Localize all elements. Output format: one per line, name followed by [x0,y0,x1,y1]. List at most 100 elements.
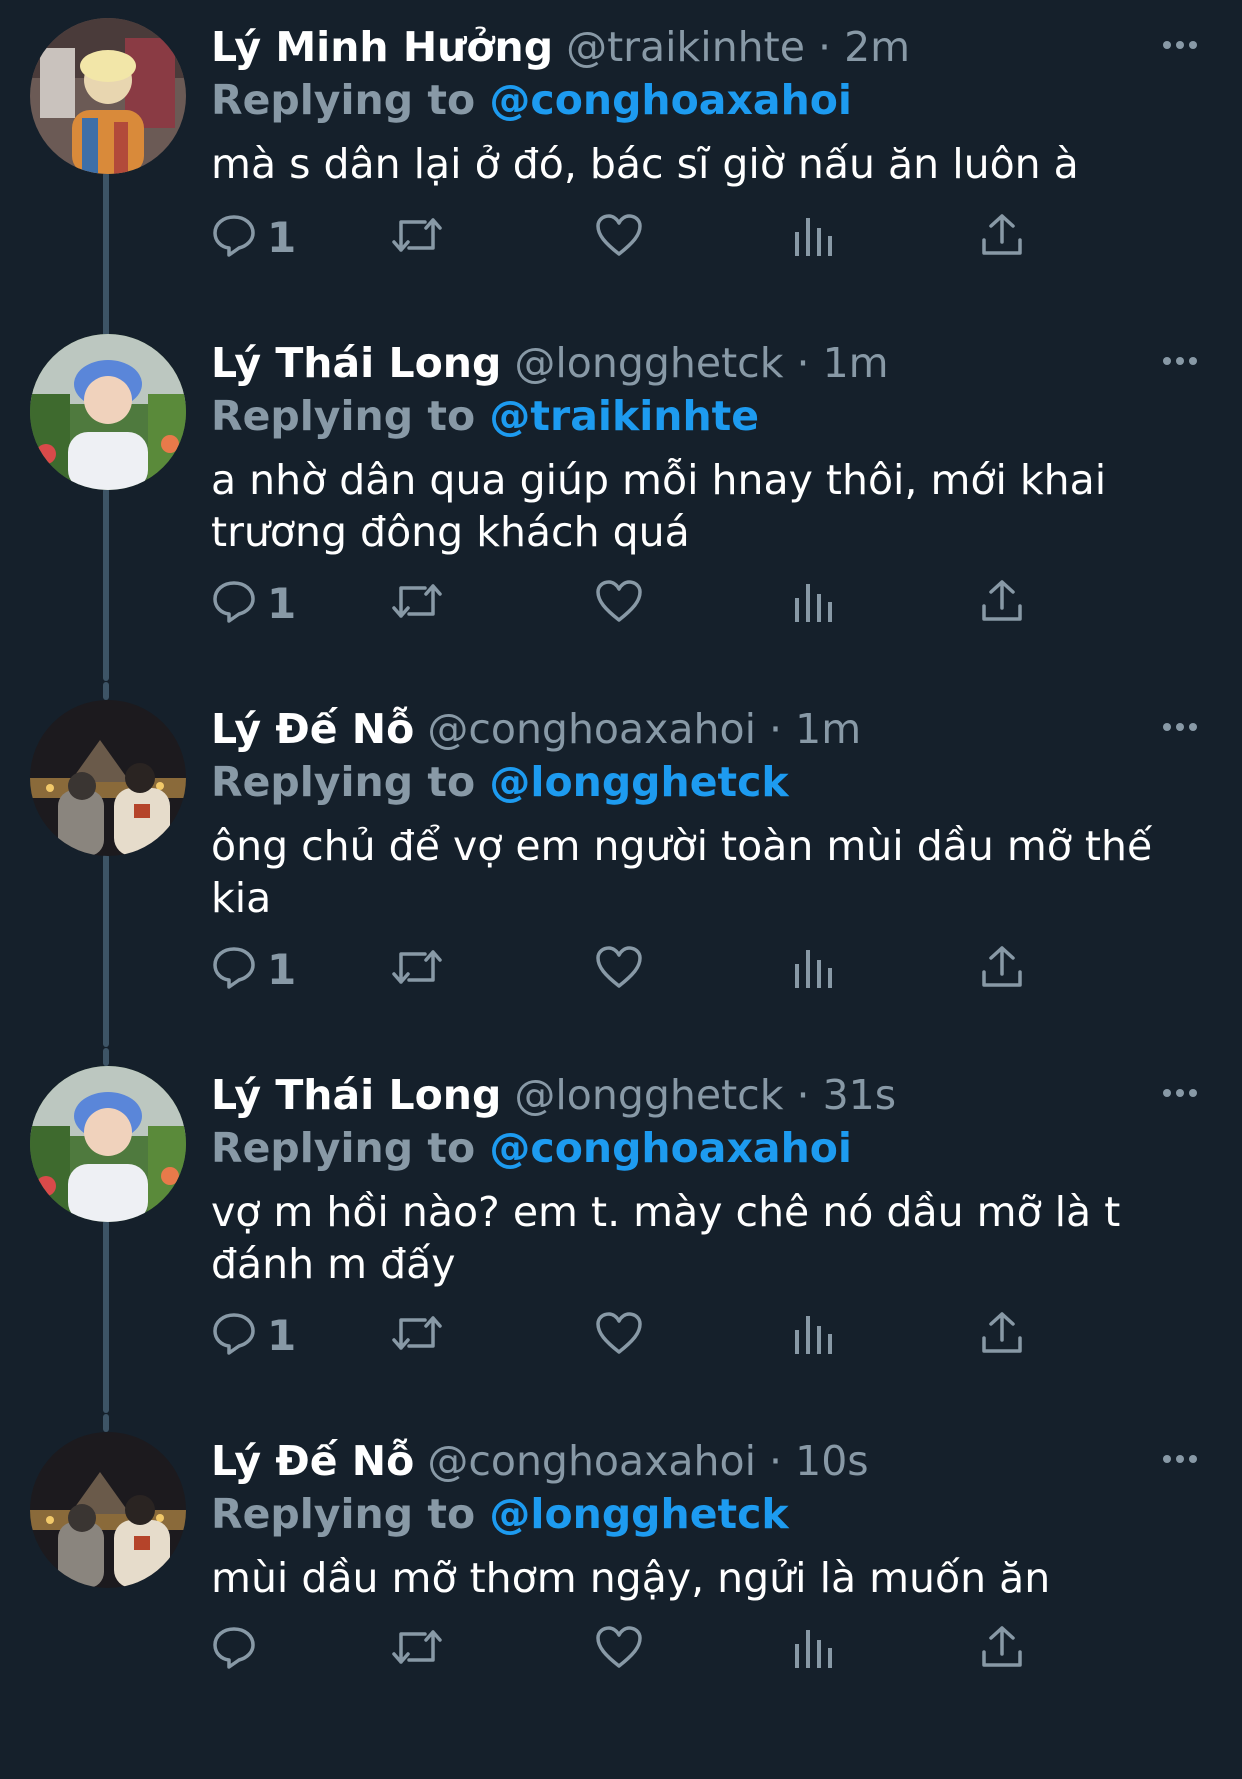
display-name[interactable]: Lý Thái Long [211,339,501,387]
reply-count: 1 [267,212,297,262]
share-button[interactable] [979,1305,1025,1365]
timestamp[interactable]: 1m [795,705,861,753]
replying-to-label: Replying to [211,392,476,440]
share-button[interactable] [979,573,1025,633]
analytics-button[interactable] [791,573,835,633]
retweet-button[interactable] [391,207,443,267]
tweet[interactable]: Lý Đế Nỗ @conghoaxahoi · 1m Replying to … [0,682,1242,1047]
share-button[interactable] [979,207,1025,267]
separator-dot: · [756,705,796,753]
timestamp[interactable]: 31s [823,1071,897,1119]
tweet-header: Lý Đế Nỗ @conghoaxahoi · 10s [211,1434,869,1488]
timestamp[interactable]: 2m [844,23,910,71]
reply-icon [211,212,257,262]
mention-link[interactable]: @longghetck [489,1490,788,1538]
reply-button[interactable]: 1 [211,939,296,999]
display-name[interactable]: Lý Minh Hưởng [211,23,553,71]
tweet-text: vợ m hồi nào? em t. mày chê nó dầu mỡ là… [211,1188,1121,1288]
display-name[interactable]: Lý Thái Long [211,1071,501,1119]
analytics-button[interactable] [791,1619,835,1679]
thread-line [103,1048,109,1066]
share-button[interactable] [979,939,1025,999]
like-button[interactable] [595,573,643,633]
reply-count: 1 [267,1310,297,1360]
share-button[interactable] [979,1619,1025,1679]
action-bar: 1 [211,1305,1111,1365]
separator-dot: · [783,339,823,387]
tweet[interactable]: Lý Minh Hưởng @traikinhte · 2m Replying … [0,0,1242,365]
tweet[interactable]: Lý Đế Nỗ @conghoaxahoi · 10s Replying to… [0,1414,1242,1779]
retweet-button[interactable] [391,1305,443,1365]
user-handle[interactable]: @traikinhte [566,23,805,71]
more-icon[interactable] [1160,1078,1200,1108]
reply-count: 1 [267,944,297,994]
like-button[interactable] [595,1305,643,1365]
retweet-icon [391,212,443,262]
analytics-button[interactable] [791,939,835,999]
tweet[interactable]: Lý Thái Long @longghetck · 31s Replying … [0,1048,1242,1413]
analytics-icon [791,944,835,994]
like-button[interactable] [595,1619,643,1679]
user-handle[interactable]: @conghoaxahoi [427,705,756,753]
more-icon[interactable] [1160,346,1200,376]
share-icon [979,1310,1025,1360]
replying-to: Replying to @longghetck [211,755,789,809]
avatar[interactable] [30,700,186,856]
user-handle[interactable]: @longghetck [514,339,783,387]
analytics-icon [791,212,835,262]
user-handle[interactable]: @conghoaxahoi [427,1437,756,1485]
tweet-text: mà s dân lại ở đó, bác sĩ giờ nấu ăn luô… [211,140,1079,188]
tweet[interactable]: Lý Thái Long @longghetck · 1m Replying t… [0,316,1242,681]
reply-button[interactable]: 1 [211,573,296,633]
reply-button[interactable]: 1 [211,1305,296,1365]
like-button[interactable] [595,207,643,267]
reply-button[interactable]: 1 [211,207,296,267]
share-icon [979,578,1025,628]
mention-link[interactable]: @traikinhte [489,392,759,440]
reply-icon [211,1310,257,1360]
action-bar: 1 [211,573,1111,633]
more-icon[interactable] [1160,712,1200,742]
reply-icon [211,944,257,994]
avatar[interactable] [30,1432,186,1588]
heart-icon [595,944,643,994]
more-icon[interactable] [1160,30,1200,60]
timestamp[interactable]: 1m [823,339,889,387]
display-name[interactable]: Lý Đế Nỗ [211,1437,414,1485]
heart-icon [595,1310,643,1360]
thread-line [103,854,109,1047]
retweet-button[interactable] [391,573,443,633]
analytics-button[interactable] [791,1305,835,1365]
analytics-icon [791,578,835,628]
action-bar [211,1619,1111,1679]
replying-to: Replying to @longghetck [211,1487,789,1541]
mention-link[interactable]: @longghetck [489,758,788,806]
tweet-header: Lý Thái Long @longghetck · 31s [211,1068,896,1122]
display-name[interactable]: Lý Đế Nỗ [211,705,414,753]
avatar[interactable] [30,1066,186,1222]
retweet-button[interactable] [391,1619,443,1679]
reply-icon [211,1624,257,1674]
more-icon[interactable] [1160,1444,1200,1474]
action-bar: 1 [211,939,1111,999]
user-handle[interactable]: @longghetck [514,1071,783,1119]
like-button[interactable] [595,939,643,999]
heart-icon [595,1624,643,1674]
separator-dot: · [783,1071,823,1119]
tweet-header: Lý Đế Nỗ @conghoaxahoi · 1m [211,702,861,756]
avatar[interactable] [30,334,186,490]
action-bar: 1 [211,207,1111,267]
avatar[interactable] [30,18,186,174]
analytics-icon [791,1310,835,1360]
reply-button[interactable] [211,1619,267,1679]
thread-line [103,682,109,700]
thread-line [103,316,109,334]
mention-link[interactable]: @conghoaxahoi [489,1124,852,1172]
retweet-button[interactable] [391,939,443,999]
timestamp[interactable]: 10s [795,1437,869,1485]
analytics-button[interactable] [791,207,835,267]
tweet-header: Lý Minh Hưởng @traikinhte · 2m [211,20,910,74]
separator-dot: · [804,23,845,71]
thread-line [103,488,109,681]
mention-link[interactable]: @conghoaxahoi [489,76,852,124]
